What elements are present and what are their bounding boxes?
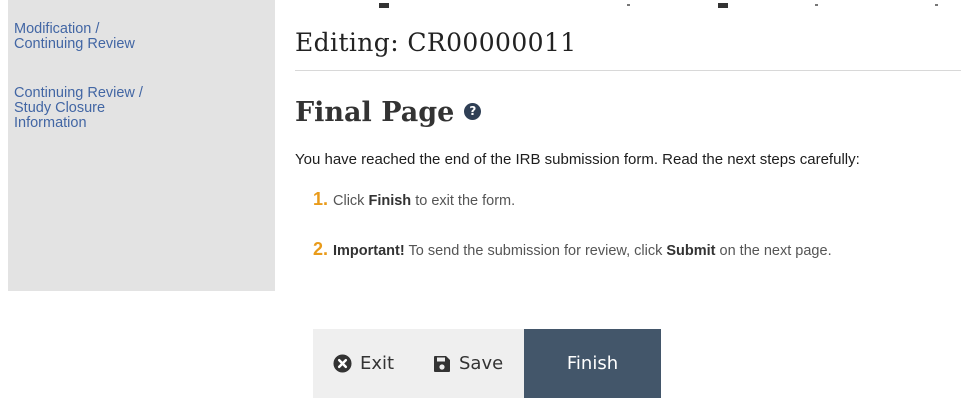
save-label: Save	[459, 353, 504, 374]
question-circle-icon[interactable]: ?	[464, 103, 482, 120]
sidebar: Modification / Continuing Review Continu…	[8, 0, 275, 291]
step-item: 2. Important! To send the submission for …	[313, 239, 832, 260]
step-text: on the next page.	[715, 243, 832, 259]
sidebar-item-label: Information	[14, 115, 87, 131]
step-number: 2.	[313, 239, 329, 259]
clipped-top-toolbar	[295, 0, 961, 8]
sidebar-item-label: Study Closure	[14, 100, 106, 116]
clipped-text	[815, 4, 818, 6]
step-number: 1.	[313, 189, 329, 209]
step-bold-text: Important!	[333, 243, 405, 259]
clipped-text	[627, 4, 630, 6]
step-bold-text: Finish	[368, 193, 412, 209]
sidebar-item-label: Continuing Review /	[14, 85, 143, 101]
clipped-text	[935, 4, 938, 6]
form-action-bar: Exit Save Finish	[313, 329, 661, 398]
finish-button[interactable]: Finish	[524, 329, 661, 398]
step-item: 1. Click Finish to exit the form.	[313, 189, 515, 210]
intro-text: You have reached the end of the IRB subm…	[295, 151, 860, 168]
step-bold-text: Submit	[666, 243, 716, 259]
page-title: Editing: CR00000011	[295, 28, 577, 57]
sidebar-item-continuing-review-study-closure[interactable]: Continuing Review / Study Closure Inform…	[14, 86, 143, 131]
sidebar-item-label: Modification /	[14, 21, 100, 37]
clipped-icon	[379, 3, 389, 8]
times-circle-icon	[333, 354, 352, 373]
step-text: to exit the form.	[411, 193, 516, 209]
section-heading-text: Final Page	[295, 97, 455, 128]
divider	[295, 70, 961, 71]
step-text: Click	[333, 193, 369, 209]
floppy-disk-icon	[433, 355, 451, 373]
sidebar-item-label: Continuing Review	[14, 36, 135, 52]
save-button[interactable]: Save	[433, 329, 503, 398]
clipped-icon	[718, 3, 728, 8]
step-text: To send the submission for review, click	[404, 243, 667, 259]
exit-button[interactable]: Exit	[333, 329, 394, 398]
exit-label: Exit	[360, 353, 395, 374]
sidebar-item-modification-continuing-review[interactable]: Modification / Continuing Review	[14, 22, 135, 52]
section-heading: Final Page?	[295, 97, 482, 128]
